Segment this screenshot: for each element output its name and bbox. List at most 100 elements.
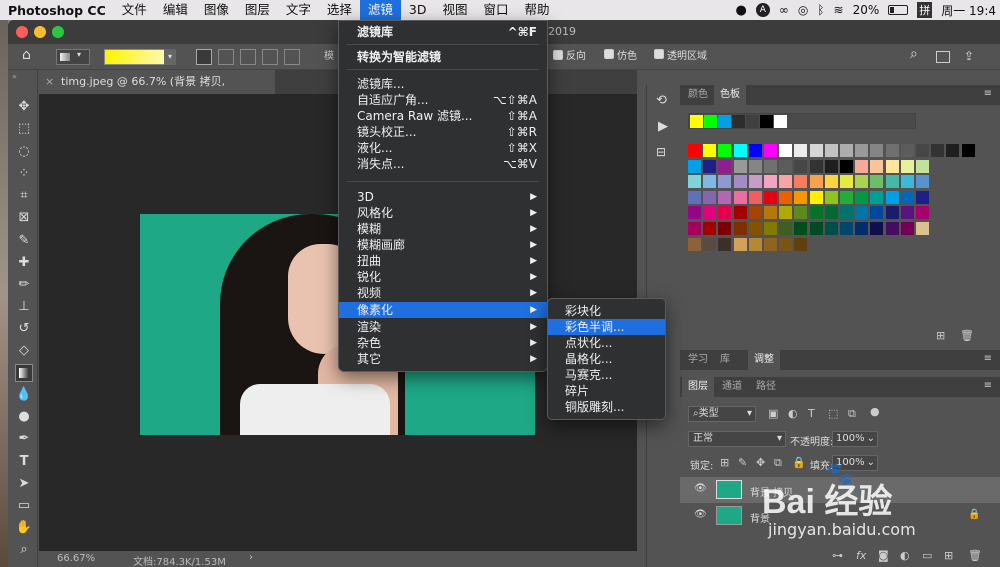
color-swatch[interactable] <box>870 159 884 173</box>
color-swatch[interactable] <box>900 222 914 235</box>
diamond-gradient-button[interactable] <box>284 49 300 65</box>
color-swatch[interactable] <box>885 144 899 157</box>
input-method-icon[interactable]: 拼 <box>917 2 933 18</box>
color-swatch[interactable] <box>718 190 732 204</box>
linear-gradient-button[interactable] <box>196 49 212 65</box>
gradient-dropdown-button[interactable]: ▾ <box>164 49 176 65</box>
hand-tool-icon[interactable]: ✋ <box>15 519 33 537</box>
color-swatch[interactable] <box>718 159 732 173</box>
filter-menu-item-distort[interactable]: 扭曲 ▶ <box>339 253 547 269</box>
color-swatch[interactable] <box>688 144 701 157</box>
color-swatch[interactable] <box>703 222 717 235</box>
color-swatch[interactable] <box>900 206 914 220</box>
submenu-item-facet[interactable]: 彩块化 <box>548 303 665 319</box>
transparency-checkbox[interactable]: ✓ 透明区域 <box>654 49 707 65</box>
color-swatch[interactable] <box>961 144 975 157</box>
filter-menu-item-blur[interactable]: 模糊 ▶ <box>339 221 547 237</box>
filter-menu-item-noise[interactable]: 杂色 ▶ <box>339 335 547 351</box>
color-swatch[interactable] <box>779 144 793 157</box>
dodge-tool-icon[interactable]: ● <box>15 408 33 426</box>
color-swatch[interactable] <box>779 159 793 173</box>
tab-libraries[interactable]: 库 <box>714 350 736 370</box>
delete-swatch-icon[interactable]: 🗑 <box>960 329 974 342</box>
color-swatch[interactable] <box>779 190 793 204</box>
color-swatch[interactable] <box>764 159 777 173</box>
color-swatch[interactable] <box>809 190 823 204</box>
reverse-checkbox[interactable]: 反向 <box>553 49 586 65</box>
color-swatch[interactable] <box>809 144 823 157</box>
color-swatch[interactable] <box>885 206 899 220</box>
color-swatch[interactable] <box>870 190 884 204</box>
marquee-tool-icon[interactable]: ⬚ <box>15 120 33 138</box>
tab-learn[interactable]: 学习 <box>682 350 714 370</box>
color-swatch[interactable] <box>748 144 762 157</box>
menu-3d[interactable]: 3D <box>401 0 435 20</box>
lock-transparent-icon[interactable]: ⊞ <box>720 456 729 469</box>
layer-filter-select[interactable]: ⌕类型 ▾ <box>688 406 756 422</box>
radial-gradient-button[interactable] <box>218 49 234 65</box>
zoom-level[interactable]: 66.67% <box>57 553 95 564</box>
recent-swatch[interactable] <box>690 115 703 128</box>
color-swatch[interactable] <box>824 159 838 173</box>
color-swatch[interactable] <box>764 190 777 204</box>
app-menu[interactable]: Photoshop CC <box>0 3 114 18</box>
filter-shape-icon[interactable]: ⬚ <box>828 407 838 420</box>
blend-mode-select[interactable]: 正常 ▾ <box>688 431 786 447</box>
sync-icon[interactable]: ◎ <box>798 3 808 17</box>
a-badge-icon[interactable]: A <box>755 3 770 17</box>
bluetooth-icon[interactable]: ᛒ <box>817 3 824 17</box>
color-swatch[interactable] <box>809 175 823 189</box>
color-swatch[interactable] <box>779 206 793 220</box>
color-swatch[interactable] <box>688 237 701 251</box>
filter-menu-item-adaptive-wide-angle[interactable]: 自适应广角... ⌥⇧⌘A <box>339 92 547 108</box>
color-swatch[interactable] <box>870 144 884 157</box>
color-swatch[interactable] <box>764 144 777 157</box>
filter-menu-item-pixelate[interactable]: 像素化 ▶ <box>339 302 547 318</box>
zoom-window-button[interactable] <box>52 26 64 38</box>
path-select-tool-icon[interactable]: ➤ <box>15 475 33 493</box>
filter-adjustment-icon[interactable]: ◐ <box>788 407 798 420</box>
menu-type[interactable]: 文字 <box>278 0 319 20</box>
color-swatch[interactable] <box>809 206 823 220</box>
color-swatch[interactable] <box>916 175 929 189</box>
color-swatch[interactable] <box>794 144 808 157</box>
color-swatch[interactable] <box>855 206 869 220</box>
filter-menu-item-sharpen[interactable]: 锐化 ▶ <box>339 269 547 285</box>
menu-window[interactable]: 窗口 <box>476 0 517 20</box>
toolbar-collapse-icon[interactable]: » <box>12 72 17 81</box>
recent-swatch[interactable] <box>760 115 773 128</box>
color-swatch[interactable] <box>748 190 762 204</box>
color-swatch[interactable] <box>824 190 838 204</box>
color-swatch[interactable] <box>733 206 747 220</box>
recent-swatch[interactable] <box>774 115 787 128</box>
color-swatch[interactable] <box>688 190 701 204</box>
color-swatch[interactable] <box>900 175 914 189</box>
brush-tool-icon[interactable]: ✏ <box>15 276 33 294</box>
zoom-tool-icon[interactable]: ⌕ <box>15 541 33 559</box>
healing-brush-tool-icon[interactable]: ✚ <box>15 254 33 272</box>
color-swatch[interactable] <box>900 144 914 157</box>
color-swatch[interactable] <box>718 144 732 157</box>
color-swatch[interactable] <box>718 206 732 220</box>
filter-menu-item-blur-gallery[interactable]: 模糊画廊 ▶ <box>339 237 547 253</box>
color-swatch[interactable] <box>764 222 777 235</box>
color-swatch[interactable] <box>748 206 762 220</box>
color-swatch[interactable] <box>840 206 853 220</box>
color-swatch[interactable] <box>794 190 808 204</box>
color-swatch[interactable] <box>885 222 899 235</box>
color-swatch[interactable] <box>840 222 853 235</box>
lasso-tool-icon[interactable]: ◌ <box>15 143 33 161</box>
crop-tool-icon[interactable]: ⌗ <box>15 187 33 205</box>
menu-select[interactable]: 选择 <box>319 0 360 20</box>
color-swatch[interactable] <box>870 222 884 235</box>
rectangle-tool-icon[interactable]: ▭ <box>15 497 33 515</box>
minimize-window-button[interactable] <box>34 26 46 38</box>
home-icon[interactable]: ⌂ <box>22 47 31 63</box>
color-swatch[interactable] <box>840 190 853 204</box>
brush-settings-icon[interactable]: ⊟ <box>656 145 666 159</box>
tab-layers[interactable]: 图层 <box>682 377 714 397</box>
delete-layer-icon[interactable]: 🗑 <box>968 549 982 562</box>
creative-cloud-icon[interactable]: ∞ <box>779 3 789 17</box>
submenu-item-crystallize[interactable]: 晶格化... <box>548 351 665 367</box>
adjustments-menu-icon[interactable]: ≡ <box>984 353 992 364</box>
